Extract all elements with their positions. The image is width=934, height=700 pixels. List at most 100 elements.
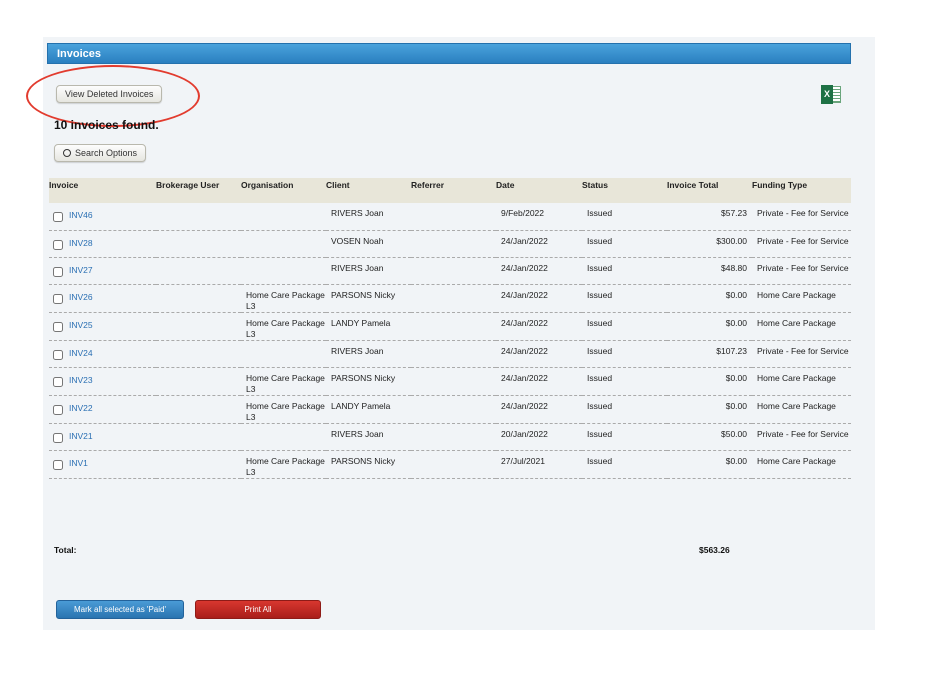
row-checkbox[interactable] [53, 432, 63, 443]
referrer-cell [411, 450, 496, 479]
organisation-cell [241, 423, 326, 451]
table-row: INV28 VOSEN Noah 24/Jan/2022 Issued $300… [49, 230, 851, 258]
invoice-link[interactable]: INV28 [69, 238, 93, 248]
status-cell: Issued [582, 230, 667, 258]
invoice-link[interactable]: INV24 [69, 348, 93, 358]
funding-type-cell: Home Care Package [752, 312, 851, 341]
status-cell: Issued [582, 423, 667, 451]
column-header: Date [496, 178, 582, 203]
print-all-button[interactable]: Print All [195, 600, 321, 619]
row-checkbox[interactable] [53, 212, 63, 222]
brokerage-cell [156, 230, 241, 258]
brokerage-cell [156, 340, 241, 368]
total-cell: $0.00 [667, 312, 752, 341]
date-cell: 24/Jan/2022 [496, 340, 582, 368]
row-checkbox[interactable] [53, 459, 63, 470]
funding-type-cell: Home Care Package [752, 450, 851, 479]
table-row: INV25 Home Care Package L3 LANDY Pamela … [49, 312, 851, 341]
row-checkbox[interactable] [53, 404, 63, 415]
status-cell: Issued [582, 367, 667, 396]
brokerage-cell [156, 450, 241, 479]
total-cell: $50.00 [667, 423, 752, 451]
client-cell: RIVERS Joan [326, 340, 411, 368]
client-cell: LANDY Pamela [326, 312, 411, 341]
invoice-link[interactable]: INV46 [69, 210, 93, 220]
column-header: Organisation [241, 178, 326, 203]
row-checkbox[interactable] [53, 376, 63, 387]
invoice-link[interactable]: INV26 [69, 292, 93, 302]
status-cell: Issued [582, 340, 667, 368]
date-cell: 24/Jan/2022 [496, 257, 582, 285]
date-cell: 24/Jan/2022 [496, 312, 582, 341]
total-cell: $0.00 [667, 450, 752, 479]
invoice-cell: INV46 [49, 203, 156, 231]
invoice-link[interactable]: INV23 [69, 375, 93, 385]
column-header: Invoice [49, 178, 156, 203]
column-header: Status [582, 178, 667, 203]
client-cell: VOSEN Noah [326, 230, 411, 258]
panel-title: Invoices [47, 43, 851, 64]
total-cell: $0.00 [667, 367, 752, 396]
search-options-button[interactable]: Search Options [54, 144, 147, 162]
column-header: Funding Type [752, 178, 851, 203]
brokerage-cell [156, 203, 241, 231]
referrer-cell [411, 257, 496, 285]
invoice-link[interactable]: INV27 [69, 265, 93, 275]
row-checkbox[interactable] [53, 239, 63, 250]
brokerage-cell [156, 367, 241, 396]
row-checkbox[interactable] [53, 293, 63, 304]
organisation-cell: Home Care Package L3 [241, 395, 326, 424]
invoice-link[interactable]: INV25 [69, 320, 93, 330]
date-cell: 27/Jul/2021 [496, 450, 582, 479]
referrer-cell [411, 395, 496, 424]
invoice-link[interactable]: INV22 [69, 403, 93, 413]
view-deleted-invoices-button[interactable]: View Deleted Invoices [56, 85, 163, 103]
invoice-cell: INV1 [49, 450, 156, 479]
date-cell: 24/Jan/2022 [496, 230, 582, 258]
status-cell: Issued [582, 312, 667, 341]
funding-type-cell: Private - Fee for Service [752, 257, 851, 285]
organisation-cell: Home Care Package L3 [241, 367, 326, 396]
date-cell: 20/Jan/2022 [496, 423, 582, 451]
invoice-cell: INV22 [49, 395, 156, 424]
brokerage-cell [156, 395, 241, 424]
organisation-cell [241, 230, 326, 258]
table-row: INV22 Home Care Package L3 LANDY Pamela … [49, 395, 851, 424]
client-cell: RIVERS Joan [326, 203, 411, 231]
invoices-table: Invoice Brokerage User Organisation Client R… [49, 178, 851, 479]
funding-type-cell: Home Care Package [752, 284, 851, 313]
invoice-link[interactable]: INV1 [69, 458, 88, 468]
organisation-cell [241, 203, 326, 231]
invoices-panel: Invoices View Deleted Invoices X 10 invo… [26, 37, 875, 630]
column-header: Referrer [411, 178, 496, 203]
column-header: Client [326, 178, 411, 203]
organisation-cell [241, 340, 326, 368]
status-cell: Issued [582, 395, 667, 424]
table-row: INV21 RIVERS Joan 20/Jan/2022 Issued $50… [49, 423, 851, 451]
client-cell: PARSONS Nicky [326, 450, 411, 479]
invoice-cell: INV26 [49, 284, 156, 313]
total-cell: $0.00 [667, 395, 752, 424]
search-icon [63, 149, 71, 157]
status-cell: Issued [582, 450, 667, 479]
funding-type-cell: Home Care Package [752, 395, 851, 424]
row-checkbox[interactable] [53, 349, 63, 360]
column-header: Brokerage User [156, 178, 241, 203]
brokerage-cell [156, 284, 241, 313]
referrer-cell [411, 284, 496, 313]
invoice-link[interactable]: INV21 [69, 431, 93, 441]
total-cell: $300.00 [667, 230, 752, 258]
date-cell: 24/Jan/2022 [496, 395, 582, 424]
total-cell: $48.80 [667, 257, 752, 285]
client-cell: PARSONS Nicky [326, 284, 411, 313]
invoice-cell: INV21 [49, 423, 156, 451]
mark-all-paid-button[interactable]: Mark all selected as 'Paid' [56, 600, 184, 619]
excel-export-icon[interactable]: X [821, 85, 843, 104]
row-checkbox[interactable] [53, 266, 63, 277]
referrer-cell [411, 312, 496, 341]
client-cell: RIVERS Joan [326, 257, 411, 285]
funding-type-cell: Private - Fee for Service [752, 340, 851, 368]
total-label: Total: [54, 545, 77, 555]
invoices-found-count: 10 invoices found. [54, 118, 159, 132]
row-checkbox[interactable] [53, 321, 63, 332]
